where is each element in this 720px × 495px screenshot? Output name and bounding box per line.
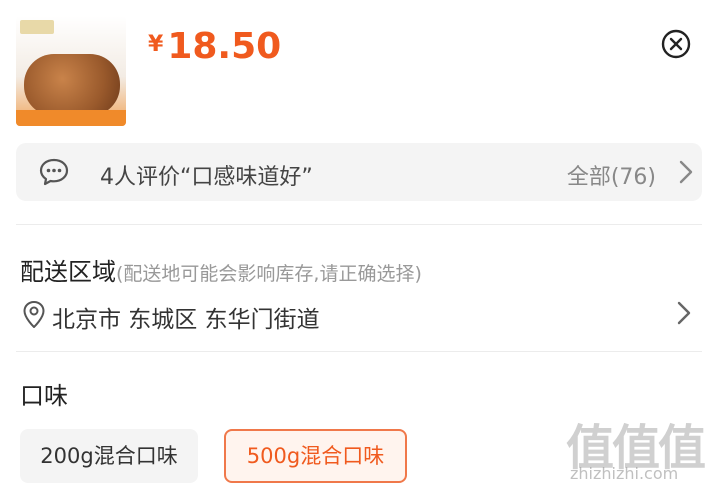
- divider: [16, 351, 702, 352]
- delivery-address[interactable]: 北京市 东城区 东华门街道: [52, 300, 320, 334]
- delivery-area-title: 配送区域(配送地可能会影响库存,请正确选择): [20, 252, 422, 287]
- watermark: 值值值 zhizhizhi.com: [566, 408, 716, 490]
- all-reviews-link[interactable]: 全部(76): [567, 159, 656, 191]
- watermark-url: zhizhizhi.com: [570, 464, 679, 483]
- chat-bubble-icon: [39, 158, 69, 186]
- flavor-option-500g-selected[interactable]: 500g混合口味: [224, 429, 407, 483]
- price: ¥18.50: [148, 26, 281, 67]
- product-thumbnail[interactable]: [16, 16, 126, 126]
- review-text: 4人评价“口感味道好”: [100, 165, 313, 190]
- close-icon[interactable]: [660, 28, 692, 60]
- brand-tag: [20, 20, 54, 34]
- price-amount: 18.50: [167, 26, 282, 67]
- delivery-hint: (配送地可能会影响库存,请正确选择): [116, 263, 422, 285]
- flavor-title: 口味: [20, 382, 68, 410]
- chevron-right-icon: [679, 160, 693, 184]
- divider: [16, 224, 702, 225]
- flavor-option-200g[interactable]: 200g混合口味: [20, 429, 198, 483]
- delivery-title: 配送区域: [20, 258, 116, 286]
- package-band: [16, 110, 126, 126]
- chevron-right-icon[interactable]: [676, 300, 692, 326]
- location-pin-icon: [23, 301, 45, 328]
- review-summary-row[interactable]: 4人评价“口感味道好” 全部(76): [16, 143, 702, 201]
- snack-image: [24, 54, 120, 116]
- currency-symbol: ¥: [148, 32, 164, 57]
